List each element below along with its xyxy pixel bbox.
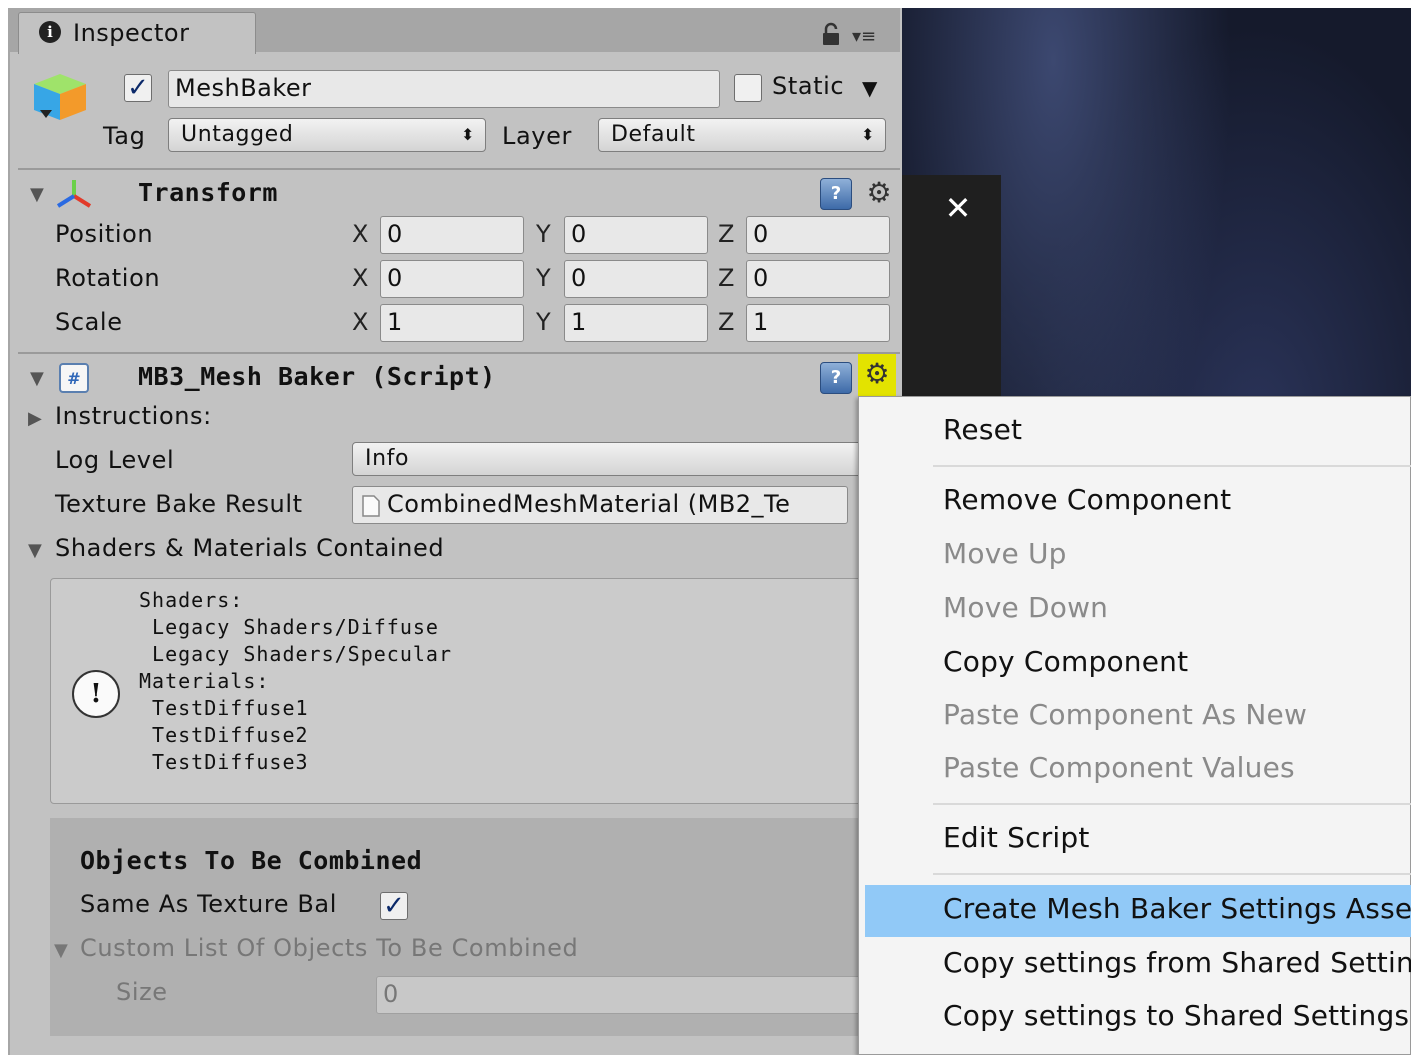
popup-arrows-icon: ⬍	[460, 125, 475, 144]
custom-list-label: Custom List Of Objects To Be Combined	[80, 934, 579, 962]
close-icon[interactable]: ✕	[938, 188, 978, 228]
log-level-label: Log Level	[55, 446, 175, 474]
instructions-label: Instructions:	[55, 402, 212, 430]
y-axis-label: Y	[536, 264, 551, 292]
gameobject-cube-icon	[34, 74, 86, 120]
menu-separator	[933, 873, 1411, 875]
rotation-z-field[interactable]: 0	[746, 260, 890, 298]
log-level-value: Info	[365, 446, 410, 471]
scale-x-field[interactable]: 1	[380, 304, 524, 342]
layer-dropdown[interactable]: Default ⬍	[598, 118, 886, 152]
menu-separator	[933, 465, 1411, 467]
menu-item-paste-values[interactable]: Paste Component Values	[943, 751, 1295, 784]
shaders-foldout-icon[interactable]: ▼	[28, 540, 42, 561]
scale-z-field[interactable]: 1	[746, 304, 890, 342]
texture-bake-label: Texture Bake Result	[55, 490, 303, 518]
help-box-text: Shaders: Legacy Shaders/Diffuse Legacy S…	[139, 588, 452, 774]
y-axis-label: Y	[536, 220, 551, 248]
static-dropdown-icon[interactable]: ▼	[862, 76, 877, 100]
same-as-texture-label: Same As Texture Bal	[80, 890, 337, 918]
component-context-menu: Reset Remove Component Move Up Move Down…	[858, 396, 1411, 1055]
svg-text:#: #	[67, 369, 80, 388]
active-checkbox[interactable]: ✓	[124, 74, 152, 102]
scale-y-field[interactable]: 1	[564, 304, 708, 342]
transform-title: Transform	[138, 178, 278, 207]
instructions-foldout-icon[interactable]: ▶	[28, 408, 42, 429]
rotation-label: Rotation	[55, 264, 161, 292]
tab-inspector[interactable]: i Inspector	[18, 12, 256, 54]
custom-list-foldout-icon[interactable]: ▼	[54, 940, 68, 961]
tab-label: Inspector	[73, 19, 190, 47]
transform-axes-icon	[56, 180, 92, 208]
menu-item-copy-component[interactable]: Copy Component	[943, 645, 1188, 678]
menu-item-create-settings-asset[interactable]: Create Mesh Baker Settings Asset	[943, 892, 1411, 925]
help-icon[interactable]: ?	[820, 178, 852, 210]
asset-file-icon	[362, 495, 380, 517]
warning-icon: !	[72, 670, 120, 718]
x-axis-label: X	[352, 264, 369, 292]
position-y-field[interactable]: 0	[564, 216, 708, 254]
tag-value: Untagged	[181, 122, 294, 147]
transform-gear-icon[interactable]: ⚙	[860, 176, 898, 212]
layer-label: Layer	[502, 122, 572, 150]
log-level-dropdown[interactable]: Info	[352, 442, 872, 476]
script-foldout-icon[interactable]: ▼	[30, 368, 44, 389]
menu-item-reset[interactable]: Reset	[943, 413, 1022, 446]
lock-icon[interactable]	[820, 22, 842, 46]
same-as-texture-checkbox[interactable]: ✓	[380, 892, 408, 920]
script-gear-icon[interactable]: ⚙	[858, 354, 896, 396]
objects-title: Objects To Be Combined	[80, 846, 423, 875]
y-axis-label: Y	[536, 308, 551, 336]
size-field[interactable]: 0	[376, 976, 872, 1014]
texture-bake-field[interactable]: CombinedMeshMaterial (MB2_Te	[352, 486, 848, 524]
menu-item-remove-component[interactable]: Remove Component	[943, 483, 1231, 516]
layer-value: Default	[611, 122, 696, 147]
static-checkbox[interactable]	[734, 74, 762, 102]
panel-menu-icon[interactable]: ▾≡	[852, 26, 890, 47]
tag-label: Tag	[103, 122, 146, 150]
divider	[18, 168, 900, 170]
static-label: Static	[772, 72, 845, 100]
position-label: Position	[55, 220, 154, 248]
menu-item-move-up[interactable]: Move Up	[943, 537, 1067, 570]
position-x-field[interactable]: 0	[380, 216, 524, 254]
scale-label: Scale	[55, 308, 123, 336]
divider	[18, 352, 900, 354]
menu-item-paste-as-new[interactable]: Paste Component As New	[943, 698, 1307, 731]
texture-bake-value: CombinedMeshMaterial (MB2_Te	[387, 490, 791, 518]
menu-item-edit-script[interactable]: Edit Script	[943, 821, 1090, 854]
script-title: MB3_Mesh Baker (Script)	[138, 362, 496, 391]
z-axis-label: Z	[718, 308, 735, 336]
x-axis-label: X	[352, 220, 369, 248]
popup-arrows-icon: ⬍	[860, 125, 875, 144]
z-axis-label: Z	[718, 220, 735, 248]
menu-item-move-down[interactable]: Move Down	[943, 591, 1108, 624]
shaders-materials-label: Shaders & Materials Contained	[55, 534, 445, 562]
help-box: Shaders: Legacy Shaders/Diffuse Legacy S…	[50, 578, 862, 804]
size-label: Size	[116, 978, 168, 1006]
position-z-field[interactable]: 0	[746, 216, 890, 254]
rotation-y-field[interactable]: 0	[564, 260, 708, 298]
menu-item-copy-from-shared[interactable]: Copy settings from Shared Settings	[943, 946, 1411, 979]
x-axis-label: X	[352, 308, 369, 336]
object-name-field[interactable]: MeshBaker	[168, 70, 720, 108]
tag-dropdown[interactable]: Untagged ⬍	[168, 118, 486, 152]
csharp-script-icon: #	[59, 363, 89, 393]
info-icon: i	[39, 21, 61, 43]
transform-foldout-icon[interactable]: ▼	[30, 184, 44, 205]
rotation-x-field[interactable]: 0	[380, 260, 524, 298]
menu-item-copy-to-shared[interactable]: Copy settings to Shared Settings	[943, 999, 1409, 1032]
help-icon[interactable]: ?	[820, 362, 852, 394]
z-axis-label: Z	[718, 264, 735, 292]
menu-separator	[933, 803, 1411, 805]
